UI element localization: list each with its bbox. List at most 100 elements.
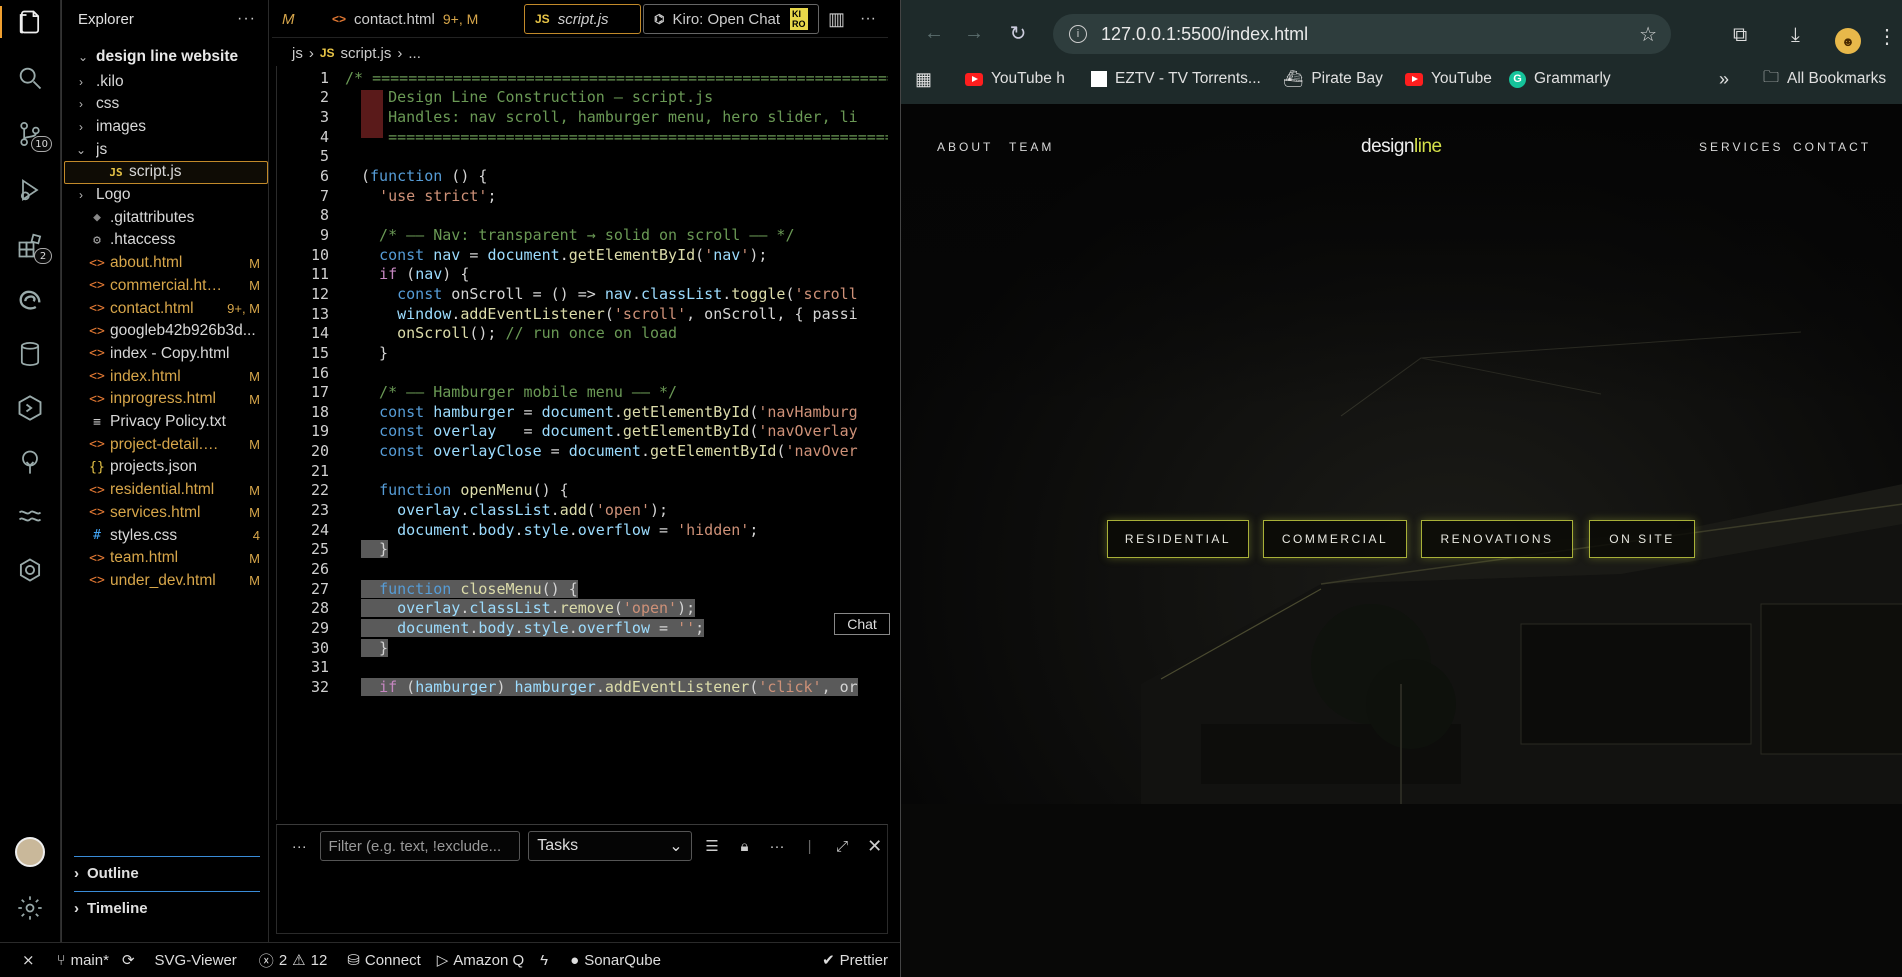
bookmark-star-icon[interactable]: ☆ (1639, 22, 1657, 47)
tree-icon[interactable] (10, 442, 50, 482)
bookmark-youtube-h[interactable]: YouTube h (965, 67, 1065, 91)
tab-contact-html[interactable]: <> contact.html 9+, M (322, 4, 488, 34)
tree-item[interactable]: <> team.html M (62, 547, 270, 570)
settings-gear-icon[interactable] (10, 888, 50, 928)
prettier-item[interactable]: ✔ Prettier (822, 951, 888, 970)
close-panel-icon[interactable]: ✕ (862, 836, 887, 857)
branch-name: main* (70, 951, 109, 969)
html-file-icon: <> (89, 369, 105, 385)
profile-avatar[interactable]: ☻ (1835, 28, 1861, 54)
svg-viewer-item[interactable]: SVG-Viewer (155, 952, 237, 969)
panel-more-actions-icon[interactable]: ··· (765, 838, 790, 855)
tree-item[interactable]: <> contact.html 9+, M (62, 297, 270, 320)
search-icon[interactable] (10, 58, 50, 98)
tree-item[interactable]: › .kilo (62, 70, 270, 93)
panel-divider: | (807, 837, 812, 855)
tree-item[interactable]: <> index - Copy.html (62, 342, 270, 365)
hero-onsite-button[interactable]: ON SITE (1589, 520, 1695, 558)
remote-icon[interactable]: ⨯ (22, 951, 35, 969)
editor-more-icon[interactable]: ··· (850, 4, 886, 34)
code-text: onScroll(); // run once on load (397, 324, 678, 343)
panel-filter-input[interactable]: Filter (e.g. text, !exclude... (319, 831, 521, 861)
nav-team[interactable]: TEAM (1009, 140, 1054, 154)
tree-item[interactable]: › images (62, 115, 270, 138)
explorer-more-icon[interactable]: ··· (237, 10, 256, 28)
back-arrow-icon[interactable]: ← (921, 20, 947, 46)
edge-icon[interactable] (10, 280, 50, 320)
bookmark-grammarly[interactable]: G Grammarly (1509, 67, 1611, 91)
clear-output-icon[interactable]: ☰ (700, 837, 725, 855)
site-info-icon[interactable]: i (1069, 25, 1087, 43)
forward-arrow-icon[interactable]: → (961, 20, 987, 46)
timeline-section[interactable]: › Timeline (74, 891, 260, 925)
git-status-badge: M (249, 255, 260, 271)
maximize-panel-icon[interactable]: ⤢ (830, 838, 855, 855)
openai-icon[interactable] (10, 550, 50, 590)
account-avatar[interactable] (10, 832, 50, 872)
sonarqube-item[interactable]: ● SonarQube (570, 952, 661, 969)
nav-contact[interactable]: CONTACT (1793, 140, 1871, 154)
address-bar[interactable]: i 127.0.0.1:5500/index.html ☆ (1053, 14, 1671, 54)
outline-section[interactable]: › Outline (74, 856, 260, 890)
tree-item[interactable]: JS script.js (64, 160, 268, 184)
tree-item[interactable]: ⚙ .htaccess (62, 229, 270, 252)
files-icon[interactable] (0, 2, 50, 42)
tree-item[interactable]: › css (62, 93, 270, 116)
debug-icon[interactable] (10, 170, 50, 210)
bookmark-pirate-bay[interactable]: ⛴ Pirate Bay (1283, 67, 1383, 91)
hero-residential-button[interactable]: RESIDENTIAL (1107, 520, 1249, 558)
tree-item[interactable]: <> inprogress.html M (62, 388, 270, 411)
tree-item[interactable]: <> under_dev.html M (62, 569, 270, 592)
tree-item[interactable]: ≡ Privacy Policy.txt (62, 411, 270, 434)
branch-item[interactable]: ⑂ main* ⟳ (57, 951, 135, 970)
tree-item[interactable]: {} projects.json (62, 456, 270, 479)
tree-item[interactable]: <> about.html M (62, 252, 270, 275)
nav-about[interactable]: ABOUT (937, 140, 993, 154)
inline-chat-button[interactable]: Chat (834, 613, 890, 635)
tree-item[interactable]: ◆ .gitattributes (62, 206, 270, 229)
tree-root-folder[interactable]: ⌄ design line website (62, 43, 270, 70)
tree-item[interactable]: <> project-detail.ht... M (62, 433, 270, 456)
tab-script-js[interactable]: JS script.js (524, 4, 641, 34)
code-editor[interactable]: 1 /* ====================================… (276, 66, 888, 820)
more-bookmarks-icon[interactable]: » (1719, 67, 1729, 91)
hero-commercial-button[interactable]: COMMERCIAL (1263, 520, 1407, 558)
hero-renovations-button[interactable]: RENOVATIONS (1421, 520, 1573, 558)
tree-item[interactable]: # styles.css 4 (62, 524, 270, 547)
tree-item[interactable]: › Logo (62, 184, 270, 207)
hex-icon[interactable] (10, 388, 50, 428)
tab-partial[interactable]: M (272, 4, 305, 34)
tree-item[interactable]: <> residential.html M (62, 479, 270, 502)
connect-item[interactable]: ⛁ Connect (347, 951, 420, 970)
breadcrumb-folder[interactable]: js (292, 45, 303, 62)
breadcrumb-more[interactable]: ... (408, 45, 421, 62)
source-control-icon[interactable]: 10 (10, 114, 52, 154)
waves-icon[interactable] (10, 496, 50, 536)
database-icon[interactable] (10, 334, 50, 374)
tree-item[interactable]: <> services.html M (62, 501, 270, 524)
problems-item[interactable]: ⓧ 2 ⚠ 12 (259, 950, 328, 971)
tasks-select[interactable]: Tasks ⌄ (528, 831, 692, 861)
nav-services[interactable]: SERVICES (1699, 140, 1783, 154)
site-logo[interactable]: designline (1361, 136, 1442, 158)
amazon-q-item[interactable]: ▷ Amazon Q (437, 951, 524, 970)
panel-more-icon[interactable]: ··· (287, 838, 312, 855)
tree-item[interactable]: ⌄ js (62, 138, 270, 161)
all-bookmarks-folder[interactable]: 🗀 All Bookmarks (1763, 67, 1886, 91)
tree-item[interactable]: <> googleb42b926b3d... (62, 320, 270, 343)
lock-icon[interactable]: 🔒︎ (732, 838, 757, 855)
apps-grid-icon[interactable]: ▦ (915, 67, 932, 91)
bookmark-youtube[interactable]: YouTube (1405, 67, 1492, 91)
extensions-puzzle-icon[interactable]: ⧉ (1733, 24, 1747, 47)
download-icon[interactable]: ⤓ (1791, 24, 1800, 47)
tree-item[interactable]: <> commercial.html M (62, 274, 270, 297)
bookmark-eztv[interactable]: EZTV - TV Torrents... (1091, 67, 1261, 91)
browser-menu-icon[interactable]: ⋮ (1877, 24, 1897, 49)
tab-kiro-chat[interactable]: ⌬ Kiro: Open Chat KI RO (643, 4, 819, 34)
bookmark-label: Grammarly (1534, 70, 1611, 87)
extensions-icon[interactable]: 2 (10, 226, 52, 266)
tree-item[interactable]: <> index.html M (62, 365, 270, 388)
breadcrumb-file[interactable]: script.js (341, 45, 392, 62)
lightning-icon[interactable]: ϟ (540, 952, 548, 969)
reload-icon[interactable]: ↻ (1005, 20, 1031, 46)
